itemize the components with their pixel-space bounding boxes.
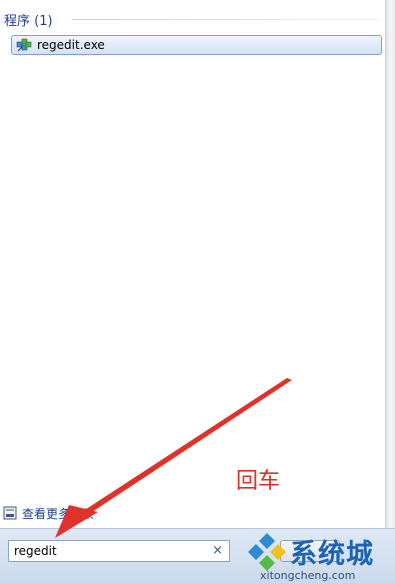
- search-input-value: regedit: [14, 544, 57, 558]
- result-item-label: regedit.exe: [37, 38, 105, 52]
- section-divider: [72, 19, 380, 20]
- programs-section-header: 程序 (1): [4, 14, 53, 29]
- clear-search-icon[interactable]: ×: [212, 543, 223, 558]
- see-more-label: 查看更多结果: [22, 507, 95, 521]
- annotation-label: 回车: [236, 469, 281, 494]
- search-results-icon: [3, 506, 17, 520]
- watermark: 系统城 xitongcheng.com: [244, 530, 395, 583]
- watermark-url: xitongcheng.com: [260, 569, 356, 582]
- watermark-title: 系统城: [290, 539, 374, 570]
- search-input[interactable]: regedit ×: [8, 540, 230, 562]
- start-menu-panel: 程序 (1) regedit.exe 查看更多结果: [0, 0, 388, 583]
- regedit-icon: [16, 38, 32, 52]
- result-item-regedit[interactable]: regedit.exe: [11, 35, 382, 55]
- window-frame-edge: [385, 0, 395, 583]
